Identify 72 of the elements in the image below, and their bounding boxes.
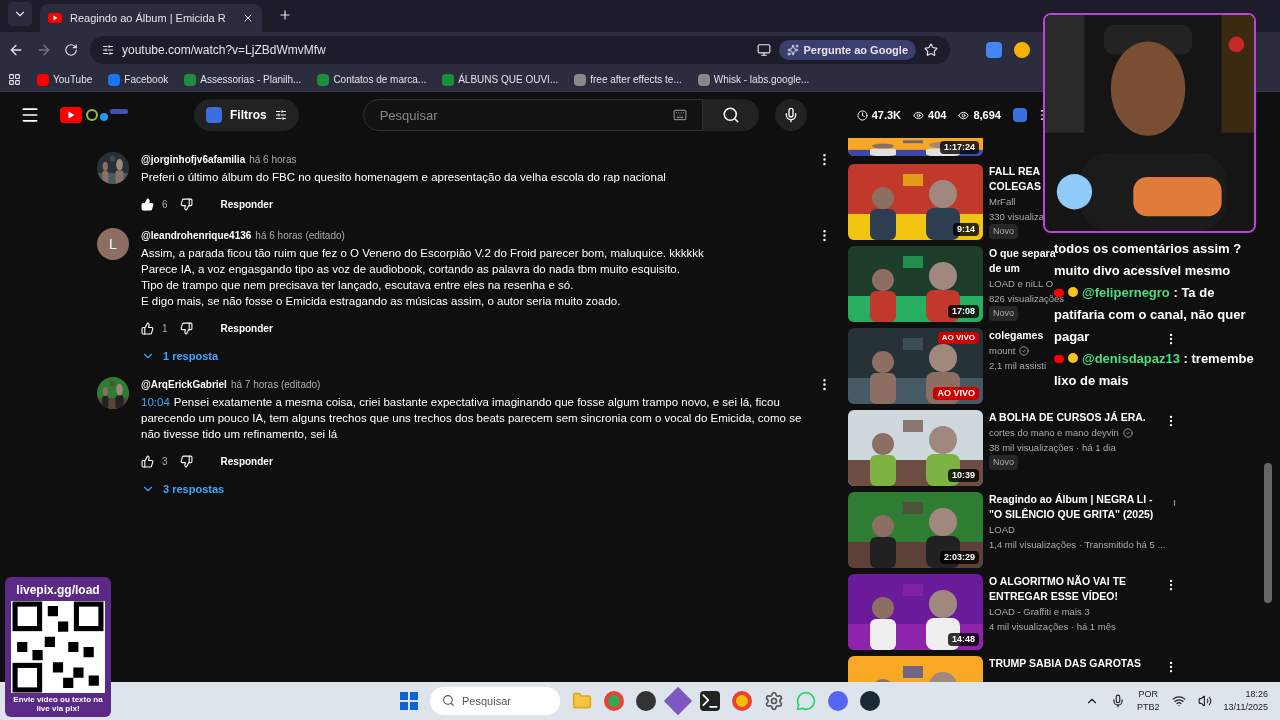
reply-button[interactable]: Responder: [212, 449, 281, 473]
video-title[interactable]: Reagindo ao Álbum | NEGRA LI -: [989, 492, 1153, 507]
avatar: L: [97, 228, 129, 260]
video-title[interactable]: TRUMP SABIA DAS GAROTAS: [989, 656, 1142, 671]
comment-text: Assim, a parada ficou tão ruim que fez o O Veneno do Escorpião V.2 do Froid parecer bom, maluquice. kkkkkk Parece IA, a voz engasgando tipo as voz de audiobook, cortando as palavra do nada tbm muito esquisito. Tipo de trampo que nem precisava ter lançado, escutava entre eles na resenha e só. E digo mais, se não fosse o Emicida estragando as músicas assim, o autor seria muito zoado.: [141, 246, 705, 309]
bookmark[interactable]: Contatos de marca...: [317, 72, 427, 87]
channel-name[interactable]: mount: [989, 343, 1016, 358]
clock-date[interactable]: 13/11/2025: [1223, 701, 1268, 715]
video-meta: 1,4 mil visualizações · Transmitido há 5 ...: [989, 538, 1166, 552]
stat-counter: 8,694: [973, 107, 1001, 123]
reply-button[interactable]: Responder: [212, 193, 281, 216]
clock-time[interactable]: 18:26: [1245, 687, 1268, 701]
bookmark[interactable]: YouTube: [37, 72, 93, 87]
stat-counter: 47.3K: [871, 107, 902, 123]
channel-name[interactable]: MrFall: [989, 194, 1016, 209]
language-indicator[interactable]: PTB2: [1137, 701, 1160, 715]
comment-time: há 6 horas: [249, 153, 297, 167]
channel-name[interactable]: cortes do mano e mano deyvin: [989, 425, 1119, 440]
video-meta: 4 mil visualizações · há 1 mês: [989, 620, 1116, 634]
like-count: 6: [162, 198, 168, 212]
chat-message: muito divo acessível mesmo: [1054, 262, 1231, 280]
timestamp-link[interactable]: 10:04: [141, 395, 170, 408]
bookmark[interactable]: free after effects te...: [574, 72, 682, 87]
video-title[interactable]: FALL REA: [989, 164, 1041, 179]
comment-text: Preferi o último álbum do FBC no quesito homenagem e apresentação da velha escola do rap nacional: [141, 170, 667, 185]
comment-author[interactable]: @leandrohenrique4136: [141, 228, 252, 243]
search-field[interactable]: Pesquisar: [362, 99, 703, 131]
video-meta: 826 visualizações: [989, 292, 1064, 306]
browser-tab[interactable]: Reagindo ao Álbum | Emicida R: [40, 4, 262, 32]
bookmark[interactable]: Whisk - labs.google...: [697, 72, 810, 87]
channel-name[interactable]: LOAD - Graffiti e mais 3: [989, 604, 1090, 619]
replies-button[interactable]: 1 resposta: [141, 348, 219, 365]
comment-text: 10:04 Pensei exatamente a mesma coisa, criei bastante expectativa imaginando que fosse algum trampo novo, e sei lá, ficou parecendo um pouco IA, tem alguns trechos que uns trechos dos beats parecem sem sincronia com o vocal do Emicida, como se não tivesse tido um refinamento, sei lá: [141, 394, 803, 442]
livepix-url: livepix.gg/load: [16, 582, 100, 599]
video-title[interactable]: colegames: [989, 328, 1044, 343]
bookmark[interactable]: Facebook: [108, 72, 169, 87]
reply-button[interactable]: Responder: [212, 317, 281, 340]
like-count: 3: [162, 454, 168, 469]
video-title[interactable]: "O SILÊNCIO QUE GRITA" (2025): [989, 507, 1154, 522]
tab-title: Reagindo ao Álbum | Emicida R: [70, 10, 226, 26]
chat-message: todos os comentários assim ?: [1054, 240, 1242, 256]
filters-button[interactable]: Filtros: [194, 99, 299, 131]
taskbar-search[interactable]: Pesquisar: [430, 687, 560, 715]
livepix-caption: Envie vídeo ou texto na live via pix!: [12, 695, 104, 713]
live-badge: AO VIVO: [937, 332, 979, 344]
address-bar[interactable]: youtube.com/watch?v=LjZBdWmvMfw Pergunte ao Google: [90, 36, 950, 64]
video-title[interactable]: O ALGORITMO NÃO VAI TE: [989, 574, 1127, 589]
video-title[interactable]: ENTREGAR ESSE VÍDEO!: [989, 589, 1118, 604]
new-badge: Novo: [989, 224, 1018, 239]
chat-message: @denisdapaz13 : tremembe lixo de mais: [1054, 350, 1254, 390]
video-meta: 38 mil visualizações · há 1 dia: [989, 441, 1116, 455]
comment-time: há 6 horas (editado): [255, 229, 345, 243]
video-title[interactable]: A BOLHA DE CURSOS JÁ ERA.: [989, 410, 1146, 425]
like-count: 1: [162, 322, 168, 336]
video-meta: 2,1 mil assisti: [989, 359, 1046, 373]
video-title[interactable]: COLEGAS: [989, 179, 1041, 194]
ask-google-button[interactable]: Pergunte ao Google: [779, 39, 916, 61]
language-indicator[interactable]: POR: [1138, 687, 1159, 701]
new-badge: Novo: [989, 306, 1018, 321]
channel-name[interactable]: LOAD: [989, 522, 1015, 537]
new-badge: Novo: [989, 455, 1018, 470]
channel-name[interactable]: LOAD e niLL O: [989, 276, 1054, 291]
stat-counter: 404: [928, 107, 947, 123]
video-title[interactable]: de um: [989, 261, 1020, 276]
replies-button[interactable]: 3 respostas: [141, 480, 225, 497]
comment-author[interactable]: @jorginhofjv6afamilia: [141, 152, 246, 167]
comment-time: há 7 horas (editado): [230, 377, 321, 392]
bookmark[interactable]: Assessorias - Planilh...: [184, 72, 302, 87]
video-meta: 330 visualiza: [989, 210, 1044, 224]
comment-author[interactable]: @ArqErickGabriel: [141, 376, 227, 392]
url-text: youtube.com/watch?v=LjZBdWmvMfw: [122, 42, 327, 59]
bookmark[interactable]: ÁLBUNS QUE OUVI...: [442, 72, 559, 87]
